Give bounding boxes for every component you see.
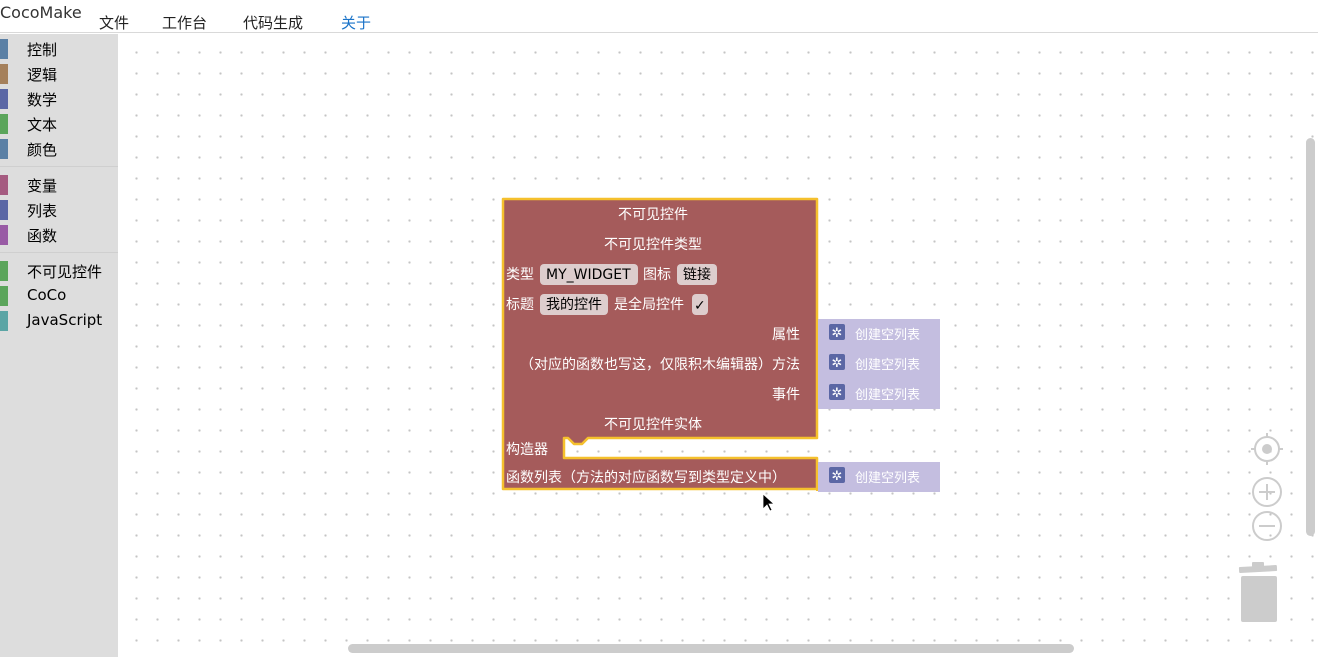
category-label: 列表 <box>27 202 58 220</box>
category-math[interactable]: 数学 <box>0 87 118 109</box>
category-color-swatch <box>0 225 8 245</box>
category-javascript[interactable]: JavaScript <box>0 309 118 331</box>
category-label: 数学 <box>27 91 58 109</box>
block-section-entity: 不可见控件实体 <box>604 417 702 433</box>
gear-glyph: ✲ <box>832 469 843 484</box>
zoom-out-icon[interactable] <box>1250 509 1284 543</box>
trash-icon[interactable] <box>1234 562 1284 626</box>
category-label: 控制 <box>27 41 58 59</box>
app-title: CocoMake <box>0 3 82 22</box>
category-label: 函数 <box>27 227 58 245</box>
category-colour[interactable]: 颜色 <box>0 137 118 159</box>
category-color-swatch <box>0 139 8 159</box>
props-label: 属性 <box>772 327 800 343</box>
toolbox: 控制 逻辑 数学 文本 颜色 变量 列表 函数 不可见控件 CoCo JavaS… <box>0 34 118 657</box>
category-label: 不可见控件 <box>27 263 103 281</box>
category-color-swatch <box>0 114 8 134</box>
category-color-swatch <box>0 175 8 195</box>
global-check-mark: ✓ <box>694 298 706 314</box>
type-value: MY_WIDGET <box>546 267 631 283</box>
category-color-swatch <box>0 261 8 281</box>
vertical-scrollbar[interactable] <box>1306 138 1315 536</box>
block-section-type: 不可见控件类型 <box>604 237 702 253</box>
category-text[interactable]: 文本 <box>0 112 118 134</box>
list-label: 创建空列表 <box>855 328 920 343</box>
menu-codegen[interactable]: 代码生成 <box>243 12 303 33</box>
type-label: 类型 <box>506 267 534 283</box>
category-label: 逻辑 <box>27 66 58 84</box>
title-value: 我的控件 <box>546 297 602 313</box>
category-label: JavaScript <box>27 311 103 329</box>
create-list-block-funclist[interactable]: ✲ 创建空列表 <box>816 462 940 492</box>
category-logic[interactable]: 逻辑 <box>0 62 118 84</box>
create-list-block-methods[interactable]: ✲ 创建空列表 <box>816 349 940 379</box>
category-variables[interactable]: 变量 <box>0 173 118 195</box>
title-label: 标题 <box>506 297 534 313</box>
zoom-in-icon[interactable] <box>1250 475 1284 509</box>
horizontal-scrollbar[interactable] <box>348 644 1074 653</box>
gear-glyph: ✲ <box>832 356 843 371</box>
menu-about[interactable]: 关于 <box>341 12 371 33</box>
block-canvas: 不可见控件 不可见控件类型 类型 MY_WIDGET 图标 链接 标题 我的控件… <box>501 197 940 512</box>
gear-glyph: ✲ <box>832 386 843 401</box>
global-label: 是全局控件 <box>614 296 684 313</box>
menu-file[interactable]: 文件 <box>99 12 129 33</box>
category-color-swatch <box>0 64 8 84</box>
menu-bar: CocoMake 文件 工作台 代码生成 关于 <box>0 0 1318 33</box>
category-coco[interactable]: CoCo <box>0 284 118 306</box>
methods-label: （对应的函数也写这，仅限积木编辑器）方法 <box>520 356 800 373</box>
events-label: 事件 <box>772 387 800 403</box>
block-title: 不可见控件 <box>618 207 688 223</box>
invisible-widget-block[interactable]: 不可见控件 不可见控件类型 类型 MY_WIDGET 图标 链接 标题 我的控件… <box>501 197 819 491</box>
toolbox-separator <box>0 166 118 167</box>
category-lists[interactable]: 列表 <box>0 198 118 220</box>
category-color-swatch <box>0 89 8 109</box>
menu-workbench[interactable]: 工作台 <box>162 12 207 33</box>
list-label: 创建空列表 <box>855 388 920 403</box>
mouse-cursor-icon <box>762 493 776 512</box>
workspace-canvas[interactable]: 不可见控件 不可见控件类型 类型 MY_WIDGET 图标 链接 标题 我的控件… <box>118 34 1318 657</box>
category-label: 文本 <box>27 116 58 134</box>
category-color-swatch <box>0 200 8 220</box>
create-list-block-props[interactable]: ✲ 创建空列表 <box>816 319 940 349</box>
category-color-swatch <box>0 39 8 59</box>
list-label: 创建空列表 <box>855 358 920 373</box>
recenter-icon[interactable] <box>1250 432 1284 466</box>
list-label: 创建空列表 <box>855 471 920 486</box>
category-invisible-widget[interactable]: 不可见控件 <box>0 259 118 281</box>
gear-glyph: ✲ <box>832 326 843 341</box>
category-functions[interactable]: 函数 <box>0 223 118 245</box>
category-label: CoCo <box>27 286 67 304</box>
icon-value: 链接 <box>683 266 711 283</box>
category-control[interactable]: 控制 <box>0 37 118 59</box>
category-color-swatch <box>0 286 8 306</box>
icon-label: 图标 <box>643 267 671 283</box>
funclist-label: 函数列表（方法的对应函数写到类型定义中） <box>506 469 786 486</box>
category-label: 颜色 <box>27 141 58 159</box>
category-label: 变量 <box>27 177 58 195</box>
category-color-swatch <box>0 311 8 331</box>
toolbox-separator <box>0 252 118 253</box>
create-list-block-events[interactable]: ✲ 创建空列表 <box>816 379 940 409</box>
constructor-label: 构造器 <box>506 442 548 458</box>
